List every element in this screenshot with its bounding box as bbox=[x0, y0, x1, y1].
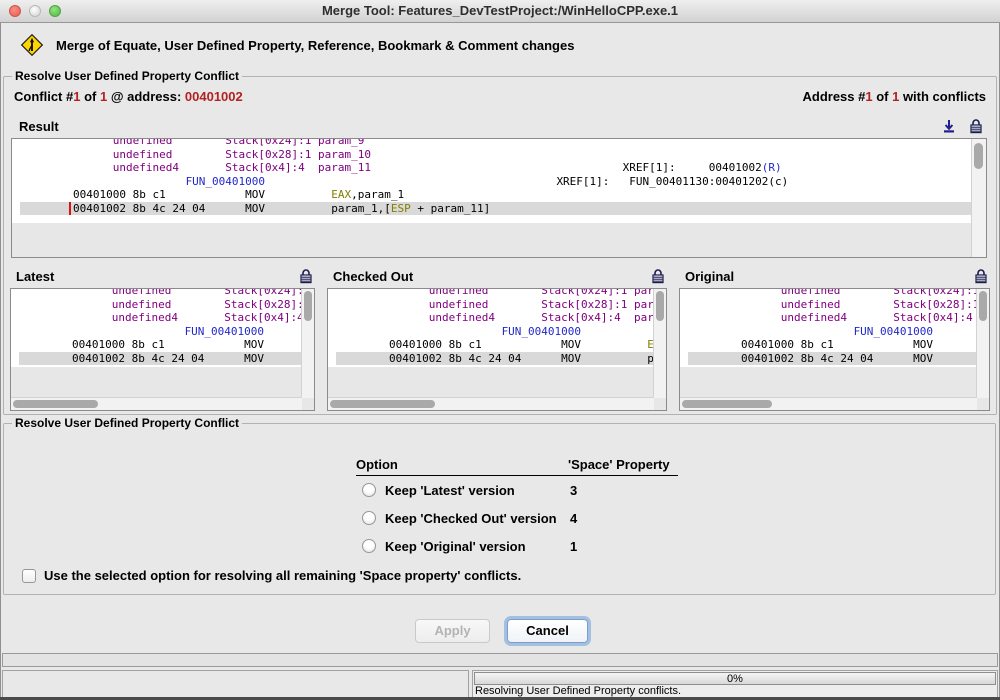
status-strip bbox=[2, 653, 998, 667]
original-panel: Original undefined Stack[0x24]:1 param_9… bbox=[675, 266, 994, 413]
listing-row[interactable]: undefined Stack[0x28]:1 param_10 bbox=[336, 298, 654, 312]
listing-row[interactable]: undefined Stack[0x28]:1 param_10 bbox=[688, 298, 977, 312]
lock-icon[interactable] bbox=[969, 118, 983, 134]
listing-row-current[interactable]: 00401002 8b 4c 24 04 MOV param_1,[ESP + … bbox=[688, 352, 977, 366]
listing-row[interactable]: FUN_00401000 XREF[1]: FUN_00401130:00401… bbox=[19, 325, 302, 339]
listing-row-current[interactable]: 00401002 8b 4c 24 04 MOV param_1,[ESP + … bbox=[336, 352, 654, 366]
option-value-keep-original: 1 bbox=[568, 539, 678, 554]
listing-row[interactable]: undefined4 Stack[0x4]:4 param_11 XREF[1]… bbox=[336, 311, 654, 325]
conflict-counter: Conflict #1 of 1 @ address: 00401002 bbox=[14, 89, 243, 104]
listing-row[interactable]: undefined4 Stack[0x4]:4 param_11 XREF[1]… bbox=[20, 161, 972, 175]
title-bar[interactable]: Merge Tool: Features_DevTestProject:/Win… bbox=[0, 0, 1000, 23]
lock-icon[interactable] bbox=[974, 268, 988, 284]
latest-panel-title: Latest bbox=[16, 269, 54, 284]
original-panel-title: Original bbox=[685, 269, 734, 284]
conflict-group: Resolve User Defined Property Conflict C… bbox=[3, 76, 997, 415]
apply-to-all-row[interactable]: Use the selected option for resolving al… bbox=[22, 568, 521, 583]
checked-out-listing[interactable]: undefined Stack[0x24]:1 param_9 undefine… bbox=[327, 288, 667, 411]
original-listing[interactable]: undefined Stack[0x24]:1 param_9 undefine… bbox=[679, 288, 990, 411]
listing-row[interactable]: undefined Stack[0x24]:1 param_9 bbox=[20, 139, 972, 148]
scrollbar-thumb[interactable] bbox=[13, 400, 98, 408]
latest-listing[interactable]: undefined Stack[0x24]:1 param_9 undefine… bbox=[10, 288, 315, 411]
apply-to-all-checkbox[interactable] bbox=[22, 569, 36, 583]
listing-row[interactable]: 00401000 8b c1 MOV EAX,param_1 bbox=[20, 188, 972, 202]
checked-out-panel-title: Checked Out bbox=[333, 269, 413, 284]
download-icon[interactable] bbox=[941, 118, 957, 134]
radio-keep-latest[interactable] bbox=[362, 483, 376, 497]
option-row: Keep 'Latest' version 3 bbox=[356, 476, 678, 504]
listing-row[interactable]: 00401000 8b c1 MOV EAX,param_1 bbox=[688, 338, 977, 352]
scrollbar-thumb[interactable] bbox=[974, 143, 983, 169]
option-label-keep-latest[interactable]: Keep 'Latest' version bbox=[376, 483, 515, 498]
scrollbar-thumb[interactable] bbox=[330, 400, 435, 408]
horizontal-scrollbar[interactable] bbox=[680, 397, 977, 410]
apply-button[interactable]: Apply bbox=[415, 619, 490, 643]
cancel-button[interactable]: Cancel bbox=[507, 619, 588, 643]
listing-row[interactable]: 00401000 8b c1 MOV EAX,param_1 bbox=[19, 338, 302, 352]
option-value-keep-checked-out: 4 bbox=[568, 511, 678, 526]
listing-row[interactable]: undefined Stack[0x28]:1 param_10 bbox=[20, 148, 972, 162]
horizontal-scrollbar[interactable] bbox=[11, 397, 302, 410]
value-column-header: 'Space' Property bbox=[568, 457, 678, 476]
listing-row[interactable]: undefined Stack[0x24]:1 param_9 bbox=[336, 289, 654, 298]
progress-bar: 0% bbox=[474, 672, 996, 685]
listing-row[interactable]: undefined Stack[0x28]:1 param_10 bbox=[19, 298, 302, 312]
cursor-caret bbox=[69, 202, 71, 215]
scrollbar-thumb[interactable] bbox=[682, 400, 772, 408]
merge-sign-icon bbox=[20, 33, 44, 57]
apply-to-all-label: Use the selected option for resolving al… bbox=[44, 568, 521, 583]
options-group-title: Resolve User Defined Property Conflict bbox=[12, 416, 242, 430]
listing-row[interactable]: 00401000 8b c1 MOV EAX,param_1 bbox=[336, 338, 654, 352]
listing-row[interactable]: FUN_00401000 XREF[1]: FUN_00401130:00401… bbox=[336, 325, 654, 339]
scrollbar-thumb[interactable] bbox=[656, 291, 664, 321]
vertical-scrollbar[interactable] bbox=[971, 139, 986, 257]
status-right-panel: 0% Resolving User Defined Property confl… bbox=[472, 670, 998, 698]
option-column-header: Option bbox=[356, 457, 568, 476]
radio-keep-original[interactable] bbox=[362, 539, 376, 553]
conflict-group-title: Resolve User Defined Property Conflict bbox=[12, 69, 242, 83]
scrollbar-thumb[interactable] bbox=[979, 291, 987, 321]
option-label-keep-checked-out[interactable]: Keep 'Checked Out' version bbox=[376, 511, 557, 526]
listing-row-current[interactable]: 00401002 8b 4c 24 04 MOV param_1,[ESP + … bbox=[19, 352, 302, 366]
scrollbar-thumb[interactable] bbox=[304, 291, 312, 321]
vertical-scrollbar[interactable] bbox=[301, 289, 314, 398]
listing-row[interactable]: FUN_00401000 XREF[1]: FUN_00401130:00401… bbox=[20, 175, 972, 189]
listing-row[interactable]: undefined Stack[0x24]:1 param_9 bbox=[688, 289, 977, 298]
window-title: Merge Tool: Features_DevTestProject:/Win… bbox=[0, 0, 1000, 22]
status-left-panel bbox=[2, 670, 469, 698]
horizontal-scrollbar[interactable] bbox=[328, 397, 654, 410]
options-table: Option 'Space' Property Keep 'Latest' ve… bbox=[356, 457, 678, 560]
option-value-keep-latest: 3 bbox=[568, 483, 678, 498]
listing-row-current[interactable]: 00401002 8b 4c 24 04 MOV param_1,[ESP + … bbox=[20, 202, 972, 216]
latest-panel: Latest undefined Stack[0x24]:1 param_9 u… bbox=[6, 266, 319, 413]
listing-row[interactable]: undefined4 Stack[0x4]:4 param_11 XREF[1]… bbox=[19, 311, 302, 325]
lock-icon[interactable] bbox=[299, 268, 313, 284]
radio-keep-checked-out[interactable] bbox=[362, 511, 376, 525]
options-group: Resolve User Defined Property Conflict O… bbox=[3, 423, 996, 595]
address-counter: Address #1 of 1 with conflicts bbox=[802, 89, 986, 104]
option-label-keep-original[interactable]: Keep 'Original' version bbox=[376, 539, 526, 554]
result-listing[interactable]: undefined Stack[0x24]:1 param_9 undefine… bbox=[11, 138, 987, 258]
lock-icon[interactable] bbox=[651, 268, 665, 284]
option-row: Keep 'Checked Out' version 4 bbox=[356, 504, 678, 532]
merge-phase-message: Merge of Equate, User Defined Property, … bbox=[56, 38, 574, 53]
vertical-scrollbar[interactable] bbox=[976, 289, 989, 398]
result-panel: Result bbox=[9, 116, 989, 260]
vertical-scrollbar[interactable] bbox=[653, 289, 666, 398]
merge-tool-window: { "window": { "title": "Merge Tool: Feat… bbox=[0, 0, 1000, 700]
listing-row[interactable]: undefined4 Stack[0x4]:4 param_11 XREF[1]… bbox=[688, 311, 977, 325]
result-panel-title: Result bbox=[19, 119, 59, 134]
listing-row[interactable]: undefined Stack[0x24]:1 param_9 bbox=[19, 289, 302, 298]
option-row: Keep 'Original' version 1 bbox=[356, 532, 678, 560]
listing-row[interactable]: FUN_00401000 XREF[1]: FUN_00401130:00401… bbox=[688, 325, 977, 339]
checked-out-panel: Checked Out undefined Stack[0x24]:1 para… bbox=[323, 266, 671, 413]
